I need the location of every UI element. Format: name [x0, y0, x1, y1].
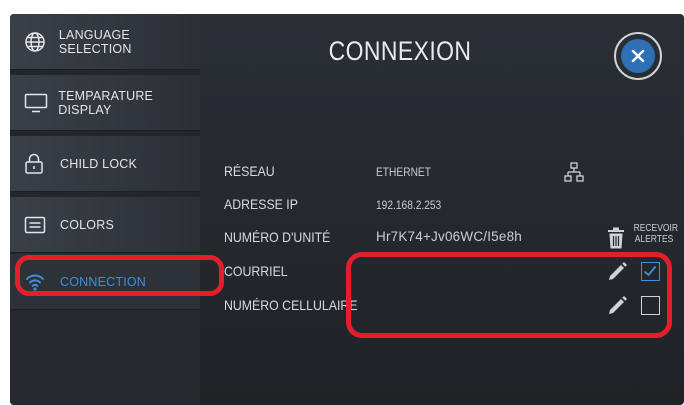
receive-alerts-label: RECEVOIR ALERTES: [633, 223, 678, 245]
cell-number-label: NUMÉRO CELLULAIRE: [224, 297, 358, 313]
sidebar-item-label: TEMPARATURE DISPLAY: [58, 88, 154, 117]
sidebar: LANGUAGE SELECTION TEMPARATURE DISPLAY C…: [10, 14, 200, 405]
network-icon: [563, 161, 585, 183]
globe-icon: [24, 31, 49, 53]
settings-panel: LANGUAGE SELECTION TEMPARATURE DISPLAY C…: [10, 14, 684, 405]
lock-icon: [24, 153, 50, 175]
email-label: COURRIEL: [224, 263, 288, 279]
sidebar-item-label: LANGUAGE SELECTION: [58, 27, 132, 56]
receive-alerts-line-2: ALERTES: [634, 234, 674, 245]
monitor-icon: [24, 92, 48, 114]
display-card-icon: [24, 214, 50, 236]
sidebar-item-label: CHILD LOCK: [60, 156, 138, 171]
sidebar-empty-area: [10, 311, 200, 405]
unit-number-value: Hr7K74+Jv06WC/I5e8h: [376, 229, 522, 244]
sidebar-item-temperature-display[interactable]: TEMPARATURE DISPLAY: [10, 75, 200, 131]
connection-highlight: [15, 255, 224, 296]
network-value: ETHERNET: [376, 165, 431, 179]
ip-address-label: ADRESSE IP: [224, 196, 298, 212]
sidebar-item-child-lock[interactable]: CHILD LOCK: [10, 136, 200, 192]
trash-icon[interactable]: [607, 226, 625, 250]
sidebar-item-label: COLORS: [60, 217, 114, 232]
ip-address-value: 192.168.2.253: [376, 198, 442, 212]
sidebar-item-language-selection[interactable]: LANGUAGE SELECTION: [10, 14, 200, 70]
network-label: RÉSEAU: [224, 163, 275, 179]
page-title: CONNEXION: [328, 36, 472, 66]
close-button[interactable]: [614, 32, 662, 80]
close-icon: [621, 39, 655, 73]
unit-number-label: NUMÉRO D'UNITÉ: [224, 229, 331, 245]
receive-alerts-line-1: RECEVOIR: [633, 223, 678, 234]
sidebar-item-colors[interactable]: COLORS: [10, 197, 200, 253]
alerts-highlight: [346, 252, 672, 338]
